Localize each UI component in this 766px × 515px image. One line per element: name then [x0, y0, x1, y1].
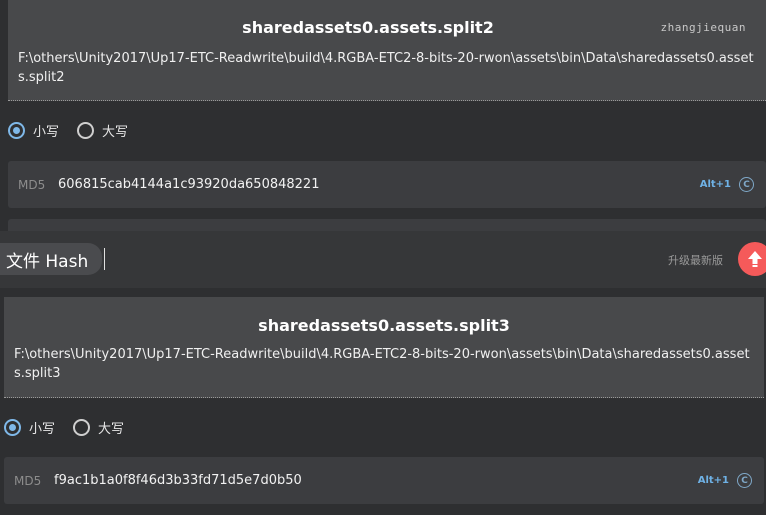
- copy-icon[interactable]: C: [737, 473, 752, 488]
- radio-unchecked-icon[interactable]: [73, 419, 91, 436]
- username-label: zhangjiequan: [660, 21, 746, 34]
- hash-algo-label: MD5: [18, 177, 46, 192]
- file-info-card: sharedassets0.assets.split2 zhangjiequan…: [8, 0, 766, 101]
- file-info-card: sharedassets0.assets.split3 F:\others\Un…: [4, 297, 764, 398]
- file-name-title: sharedassets0.assets.split3: [258, 316, 510, 335]
- update-latest-link[interactable]: 升级最新版: [668, 252, 723, 268]
- md5-hash-row[interactable]: MD5 606815cab4144a1c93920da650848221 Alt…: [8, 161, 766, 208]
- case-radio-group: 小写 大写: [8, 121, 146, 140]
- file-name-title: sharedassets0.assets.split2: [242, 18, 494, 37]
- md5-hash-row[interactable]: MD5 f9ac1b1a0f8f46d3b33fd71d5e7d0b50 Alt…: [4, 457, 764, 504]
- update-button[interactable]: [738, 242, 766, 276]
- uppercase-option[interactable]: 大写: [77, 121, 128, 140]
- hash-value[interactable]: 606815cab4144a1c93920da650848221: [58, 177, 700, 192]
- uppercase-label: 大写: [98, 422, 125, 437]
- radio-checked-icon[interactable]: [8, 122, 25, 139]
- lowercase-option[interactable]: 小写: [8, 121, 59, 140]
- uppercase-option[interactable]: 大写: [73, 418, 124, 437]
- radio-unchecked-icon[interactable]: [77, 122, 95, 139]
- lowercase-option[interactable]: 小写: [4, 418, 55, 437]
- copy-icon[interactable]: C: [739, 177, 754, 192]
- radio-checked-icon[interactable]: [4, 419, 21, 436]
- hash-algo-label: MD5: [14, 473, 42, 488]
- lowercase-label: 小写: [29, 422, 56, 437]
- lowercase-label: 小写: [33, 125, 60, 140]
- next-row-partial: [8, 219, 766, 231]
- shortcut-hint: Alt+1: [699, 179, 731, 190]
- title-bar: [0, 231, 766, 288]
- uppercase-label: 大写: [102, 125, 129, 140]
- file-path: F:\others\Unity2017\Up17-ETC-Readwrite\b…: [18, 51, 754, 85]
- text-cursor: [104, 248, 105, 270]
- file-path: F:\others\Unity2017\Up17-ETC-Readwrite\b…: [14, 347, 750, 381]
- hash-value[interactable]: f9ac1b1a0f8f46d3b33fd71d5e7d0b50: [54, 473, 698, 488]
- case-radio-group: 小写 大写: [4, 418, 142, 437]
- tab-file-hash[interactable]: 文件 Hash: [0, 243, 102, 275]
- shortcut-hint: Alt+1: [697, 475, 729, 486]
- upload-arrow-icon: [748, 251, 762, 267]
